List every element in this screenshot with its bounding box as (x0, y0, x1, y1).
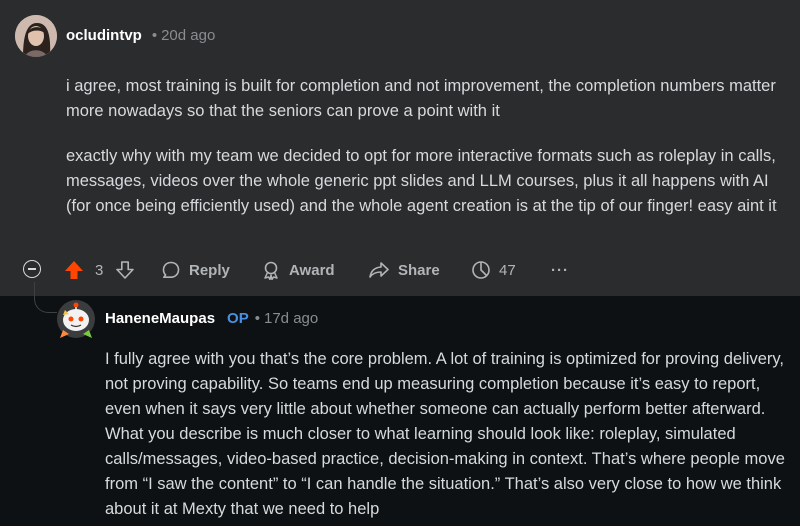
avatar[interactable] (15, 15, 57, 57)
award-icon (264, 261, 278, 280)
share-button[interactable]: Share (368, 257, 440, 283)
comment-body: I fully agree with you that’s the core p… (105, 347, 795, 522)
comment-meta: HaneneMaupas OP • 17d ago (105, 310, 318, 327)
comment-bubble-icon (162, 261, 180, 278)
downvote-icon (116, 261, 134, 279)
downvote-button[interactable] (115, 257, 135, 283)
timestamp[interactable]: 17d ago (264, 310, 318, 327)
insights-button[interactable]: 47 (471, 257, 516, 283)
share-icon (369, 262, 389, 278)
avatar[interactable] (55, 298, 97, 340)
vote-count: 3 (95, 261, 104, 279)
reply-label: Reply (189, 261, 230, 279)
collapse-thread-button[interactable] (23, 260, 41, 278)
reply-button[interactable]: Reply (161, 257, 230, 283)
share-label: Share (398, 261, 440, 279)
more-options-button[interactable]: ··· (551, 257, 569, 283)
minus-icon (28, 268, 36, 270)
op-badge: OP (227, 310, 249, 327)
comment-paragraph: i agree, most training is built for comp… (66, 77, 776, 120)
separator-dot: • (254, 310, 260, 327)
comment-paragraph: I fully agree with you that’s the core p… (105, 350, 785, 518)
separator-dot: • (151, 27, 158, 44)
username[interactable]: HaneneMaupas (105, 310, 215, 327)
comment-body: i agree, most training is built for comp… (66, 74, 791, 239)
comment-meta: ocludintvp • 20d ago (66, 27, 215, 44)
insights-icon (472, 261, 490, 279)
award-button[interactable]: Award (261, 257, 335, 283)
upvote-icon (65, 261, 83, 279)
award-label: Award (289, 261, 335, 279)
upvote-button[interactable] (64, 257, 84, 283)
more-icon: ··· (551, 261, 569, 279)
view-count: 47 (499, 261, 516, 279)
timestamp[interactable]: 20d ago (161, 27, 215, 44)
comment-paragraph: exactly why with my team we decided to o… (66, 147, 777, 215)
thread-connector (34, 282, 57, 313)
username[interactable]: ocludintvp (66, 27, 142, 44)
